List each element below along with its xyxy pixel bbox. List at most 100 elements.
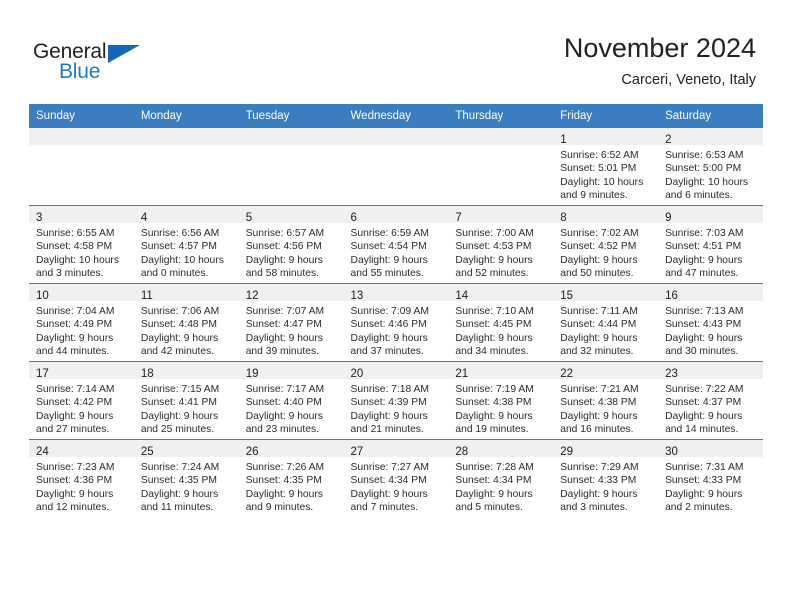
day-number-band: 29 (553, 440, 659, 458)
day-cell-inner: 6 Sunrise: 6:59 AM Sunset: 4:54 PM Daylight… (343, 206, 449, 283)
sunset-time: Sunset: 4:47 PM (245, 319, 322, 331)
calendar-day-cell[interactable]: 7 Sunrise: 7:00 AM Sunset: 4:53 PM Daylight… (448, 205, 554, 284)
day-number-band (238, 128, 344, 145)
day-cell-inner: 25 Sunrise: 7:24 AM Sunset: 4:35 PM Dayligh… (133, 440, 239, 517)
day-cell-details: Sunrise: 7:23 AM Sunset: 4:36 PM Daylight:… (29, 457, 134, 515)
day-cell-inner: 2 Sunrise: 6:53 AM Sunset: 5:00 PM Daylight… (658, 128, 763, 205)
day-cell-inner: 13 Sunrise: 7:09 AM Sunset: 4:46 PM Dayligh… (343, 284, 449, 361)
daylight-duration-line2: and 21 minutes. (350, 424, 424, 436)
general-blue-logo[interactable]: General Blue (33, 40, 153, 86)
sunrise-time: Sunrise: 7:07 AM (245, 306, 325, 317)
calendar-day-cell[interactable]: 24 Sunrise: 7:23 AM Sunset: 4:36 PM Dayligh… (29, 439, 134, 517)
calendar-day-cell[interactable]: 22 Sunrise: 7:21 AM Sunset: 4:38 PM Dayligh… (553, 361, 659, 440)
daylight-duration-line2: and 7 minutes. (350, 502, 419, 514)
day-number-band: 11 (133, 284, 239, 302)
daylight-duration-line1: Daylight: 9 hours (350, 488, 428, 500)
daylight-duration-line2: and 2 minutes. (665, 502, 733, 514)
calendar-body: 1 Sunrise: 6:52 AM Sunset: 5:01 PM Daylight… (29, 128, 763, 517)
sunrise-time: Sunrise: 7:03 AM (665, 228, 744, 239)
calendar-day-cell[interactable]: 28 Sunrise: 7:28 AM Sunset: 4:34 PM Dayligh… (448, 439, 554, 517)
day-number-band: 2 (658, 128, 763, 146)
sunset-time: Sunset: 4:49 PM (36, 319, 113, 331)
calendar-day-cell[interactable]: 23 Sunrise: 7:22 AM Sunset: 4:37 PM Dayligh… (658, 361, 763, 440)
day-cell-inner: 28 Sunrise: 7:28 AM Sunset: 4:34 PM Dayligh… (448, 440, 554, 517)
calendar-day-cell[interactable]: 30 Sunrise: 7:31 AM Sunset: 4:33 PM Dayligh… (658, 439, 763, 517)
day-number: 19 (245, 368, 259, 380)
daylight-duration-line1: Daylight: 9 hours (560, 410, 638, 422)
day-number-band: 26 (238, 440, 344, 458)
day-cell-inner: 26 Sunrise: 7:26 AM Sunset: 4:35 PM Dayligh… (238, 440, 344, 517)
title-block: November 2024 Carceri, Veneto, Italy (564, 32, 756, 89)
day-number: 11 (140, 290, 153, 302)
daylight-duration-line2: and 50 minutes. (560, 268, 634, 280)
day-number: 22 (560, 368, 574, 380)
day-number: 21 (455, 368, 469, 380)
calendar-day-cell[interactable]: 4 Sunrise: 6:56 AM Sunset: 4:57 PM Daylight… (133, 205, 239, 284)
sunrise-time: Sunrise: 7:27 AM (350, 462, 429, 473)
calendar-day-cell[interactable]: 12 Sunrise: 7:07 AM Sunset: 4:47 PM Dayligh… (238, 283, 344, 362)
calendar-day-cell[interactable]: 10 Sunrise: 7:04 AM Sunset: 4:49 PM Dayligh… (29, 283, 134, 362)
day-number-band: 20 (343, 362, 449, 380)
calendar-day-cell[interactable]: 15 Sunrise: 7:11 AM Sunset: 4:44 PM Dayligh… (553, 283, 659, 362)
day-number-band: 28 (448, 440, 554, 458)
day-number: 10 (36, 290, 49, 302)
day-cell-inner: 30 Sunrise: 7:31 AM Sunset: 4:33 PM Dayligh… (658, 440, 763, 517)
calendar-day-cell[interactable]: 1 Sunrise: 6:52 AM Sunset: 5:01 PM Daylight… (553, 128, 659, 206)
sunset-time: Sunset: 4:53 PM (455, 241, 532, 253)
daylight-duration-line2: and 3 minutes. (36, 268, 104, 280)
calendar-day-cell[interactable]: 17 Sunrise: 7:14 AM Sunset: 4:42 PM Dayligh… (29, 361, 134, 440)
daylight-duration-line1: Daylight: 9 hours (245, 488, 323, 500)
sunset-time: Sunset: 4:35 PM (245, 475, 322, 487)
day-number-band: 27 (343, 440, 449, 458)
day-cell-details: Sunrise: 7:07 AM Sunset: 4:47 PM Daylight:… (239, 301, 344, 359)
day-number-band: 8 (553, 206, 659, 224)
day-number-band: 7 (448, 206, 554, 224)
sunrise-time: Sunrise: 7:14 AM (36, 384, 115, 395)
day-cell-details: Sunrise: 7:28 AM Sunset: 4:34 PM Daylight:… (448, 457, 553, 515)
day-number: 8 (560, 212, 567, 224)
day-number: 26 (245, 446, 259, 458)
daylight-duration-line2: and 27 minutes. (36, 424, 110, 436)
calendar-day-cell[interactable]: 9 Sunrise: 7:03 AM Sunset: 4:51 PM Daylight… (658, 205, 763, 284)
calendar-cell-empty (343, 128, 449, 206)
day-cell-details: Sunrise: 6:53 AM Sunset: 5:00 PM Daylight:… (658, 145, 763, 203)
calendar-day-cell[interactable]: 6 Sunrise: 6:59 AM Sunset: 4:54 PM Daylight… (343, 205, 449, 284)
calendar-day-cell[interactable]: 29 Sunrise: 7:29 AM Sunset: 4:33 PM Dayligh… (553, 439, 659, 517)
daylight-duration-line2: and 23 minutes. (245, 424, 319, 436)
calendar-day-cell[interactable]: 5 Sunrise: 6:57 AM Sunset: 4:56 PM Daylight… (238, 205, 344, 284)
calendar-day-cell[interactable]: 16 Sunrise: 7:13 AM Sunset: 4:43 PM Dayligh… (658, 283, 763, 362)
calendar-day-cell[interactable]: 25 Sunrise: 7:24 AM Sunset: 4:35 PM Dayligh… (133, 439, 239, 517)
calendar-day-cell[interactable]: 13 Sunrise: 7:09 AM Sunset: 4:46 PM Dayligh… (343, 283, 449, 362)
calendar-cell-empty (448, 128, 554, 206)
calendar-day-cell[interactable]: 19 Sunrise: 7:17 AM Sunset: 4:40 PM Dayligh… (238, 361, 344, 440)
calendar-day-cell[interactable]: 21 Sunrise: 7:19 AM Sunset: 4:38 PM Dayligh… (448, 361, 554, 440)
day-number-band: 18 (133, 362, 239, 380)
calendar-day-cell[interactable]: 14 Sunrise: 7:10 AM Sunset: 4:45 PM Dayligh… (448, 283, 554, 362)
calendar-day-cell[interactable]: 2 Sunrise: 6:53 AM Sunset: 5:00 PM Daylight… (658, 128, 763, 206)
sunrise-sunset-calendar-table: Sunday Monday Tuesday Wednesday Thursday… (29, 104, 763, 517)
day-cell-inner: 16 Sunrise: 7:13 AM Sunset: 4:43 PM Dayligh… (658, 284, 763, 361)
daylight-duration-line1: Daylight: 9 hours (560, 332, 638, 344)
sunrise-time: Sunrise: 7:17 AM (245, 384, 325, 395)
calendar-day-cell[interactable]: 27 Sunrise: 7:27 AM Sunset: 4:34 PM Dayligh… (343, 439, 449, 517)
sunrise-time: Sunrise: 7:09 AM (350, 306, 429, 317)
calendar-day-cell[interactable]: 11 Sunrise: 7:06 AM Sunset: 4:48 PM Dayligh… (133, 283, 239, 362)
day-cell-inner: 12 Sunrise: 7:07 AM Sunset: 4:47 PM Dayligh… (238, 284, 344, 361)
sunset-time: Sunset: 4:38 PM (560, 397, 637, 409)
calendar-day-cell[interactable]: 18 Sunrise: 7:15 AM Sunset: 4:41 PM Dayligh… (133, 361, 239, 440)
sunset-time: Sunset: 4:39 PM (350, 397, 427, 409)
logo-triangle-icon (108, 45, 140, 63)
daylight-duration-line1: Daylight: 9 hours (455, 254, 533, 266)
daylight-duration-line1: Daylight: 9 hours (665, 488, 743, 500)
day-cell-inner: 20 Sunrise: 7:18 AM Sunset: 4:39 PM Dayligh… (343, 362, 449, 439)
calendar-day-cell[interactable]: 3 Sunrise: 6:55 AM Sunset: 4:58 PM Daylight… (29, 205, 134, 284)
daylight-duration-line2: and 30 minutes. (665, 346, 739, 358)
calendar-day-cell[interactable]: 20 Sunrise: 7:18 AM Sunset: 4:39 PM Dayligh… (343, 361, 449, 440)
day-cell-details: Sunrise: 7:19 AM Sunset: 4:38 PM Daylight:… (448, 379, 553, 437)
calendar-day-cell[interactable]: 8 Sunrise: 7:02 AM Sunset: 4:52 PM Daylight… (553, 205, 659, 284)
daylight-duration-line2: and 44 minutes. (36, 346, 110, 358)
calendar-day-cell[interactable]: 26 Sunrise: 7:26 AM Sunset: 4:35 PM Dayligh… (238, 439, 344, 517)
sunset-time: Sunset: 4:34 PM (350, 475, 427, 487)
sunrise-time: Sunrise: 7:04 AM (36, 306, 115, 317)
day-number: 13 (350, 290, 364, 302)
